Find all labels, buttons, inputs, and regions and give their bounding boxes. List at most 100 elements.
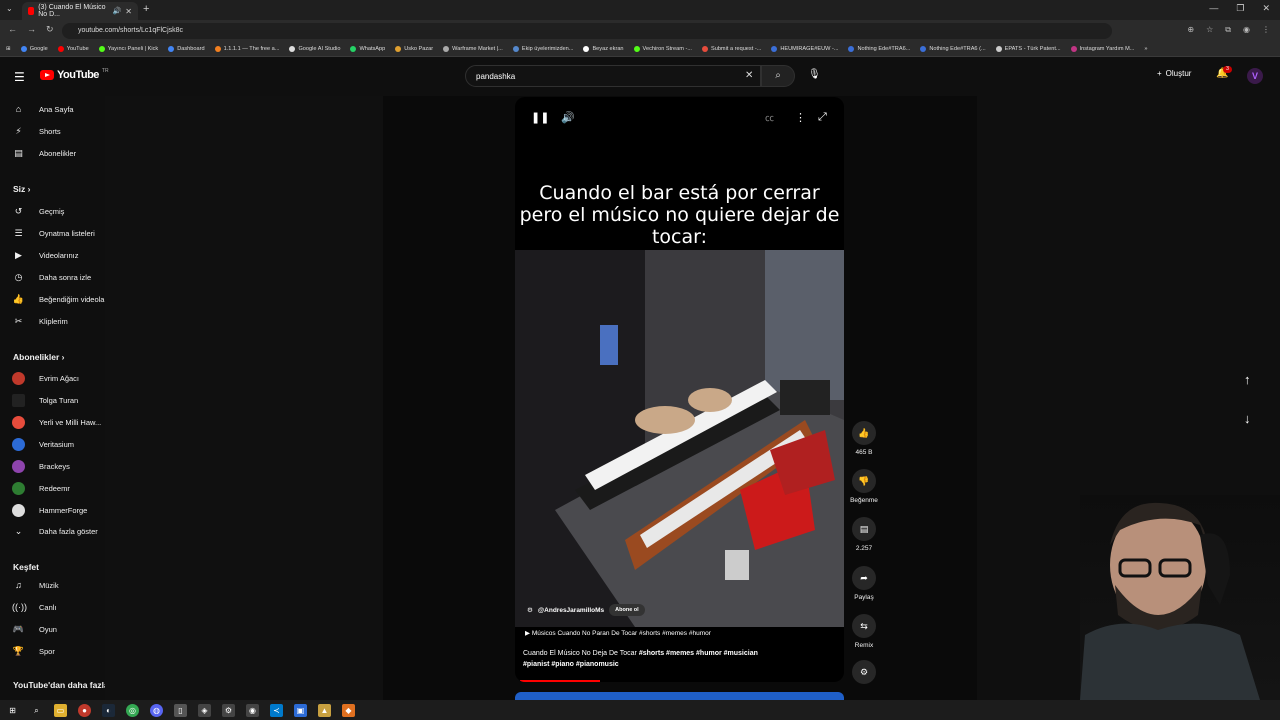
bookmark[interactable]: Google AI Studio [289, 46, 340, 52]
search-input[interactable]: pandashka [465, 65, 761, 87]
search-icon[interactable]: ⌕ [30, 704, 43, 717]
sidebar-item-home[interactable]: ⌂ Ana Sayfa [12, 104, 74, 114]
sidebar-channel[interactable]: Yerli ve Milli Haw... [12, 416, 101, 429]
sidebar-item-live[interactable]: ((·)) Canlı [12, 602, 57, 612]
show-more-button[interactable]: ⌄ Daha fazla göster [12, 526, 98, 537]
extensions-icon[interactable]: ⧉ [1225, 25, 1231, 35]
bookmark[interactable]: Dashboard [168, 46, 205, 52]
bookmark[interactable]: YouTube [57, 46, 89, 52]
sidebar-item-playlists[interactable]: ☰ Oynatma listeleri [12, 228, 94, 239]
windows-start-icon[interactable]: ⊞ [6, 704, 19, 717]
sidebar-item-music[interactable]: ♫ Müzik [12, 580, 58, 590]
apps-icon[interactable]: ⊞ [6, 46, 11, 52]
sidebar-item-subscriptions[interactable]: ▤ Abonelikler [12, 148, 76, 159]
bookmark[interactable]: Warframe Market |... [443, 46, 503, 52]
bookmark[interactable]: 1.1.1.1 — The free a... [214, 46, 279, 52]
like-button[interactable]: 👍 465 B [846, 421, 882, 456]
video-hashtags[interactable]: #pianist #piano #pianomusic [523, 661, 619, 668]
discord-icon[interactable]: ◍ [150, 703, 163, 717]
section-you-header[interactable]: Siz › [13, 184, 31, 194]
app-icon[interactable]: ▣ [294, 703, 307, 717]
pause-icon[interactable]: ❚❚ [531, 111, 549, 124]
app-icon[interactable]: ▲ [318, 703, 331, 717]
browser-tab[interactable]: (3) Cuando El Músico No D... 🔊 ✕ [22, 2, 138, 20]
sidebar-channel[interactable]: Evrim Ağacı [12, 372, 79, 385]
bookmark[interactable]: Beyaz ekran [583, 46, 624, 52]
sidebar-item-shorts[interactable]: ⚡ Shorts [12, 126, 60, 137]
sidebar-channel[interactable]: Veritasium [12, 438, 74, 451]
reload-icon[interactable]: ↻ [46, 24, 54, 35]
bookmark[interactable]: EPATS - Türk Patent... [995, 46, 1061, 52]
fullscreen-icon[interactable]: ⤢ [818, 111, 827, 124]
close-window-icon[interactable]: ✕ [1262, 3, 1270, 14]
tab-search-icon[interactable]: ⌄ [6, 4, 13, 13]
steam-icon[interactable]: ◐ [102, 703, 115, 717]
bookmark[interactable]: Nothing Ede#TRA6 (... [920, 46, 986, 52]
sidebar-item-clips[interactable]: ✂ Kliplerim [12, 316, 68, 327]
remix-button[interactable]: ⇆ Remix [846, 614, 882, 649]
chrome-icon[interactable]: ◎ [126, 703, 139, 717]
profile-icon[interactable]: ◉ [1243, 25, 1250, 35]
search-button[interactable]: ⌕ [761, 65, 795, 87]
sidebar-item-history[interactable]: ↺ Geçmiş [12, 206, 65, 217]
sound-button[interactable]: ⚙ [846, 660, 882, 684]
sidebar-channel[interactable]: Brackeys [12, 460, 70, 473]
file-explorer-icon[interactable]: ▭ [54, 703, 67, 717]
menu-hamburger-icon[interactable]: ☰ [14, 70, 25, 84]
sidebar-item-liked-videos[interactable]: 👍 Beğendiğim videolar [12, 294, 107, 305]
video-hashtags[interactable]: #shorts #memes #humor #musician [639, 650, 758, 657]
bookmark[interactable]: Vechiron Stream -... [633, 46, 692, 52]
youtube-logo[interactable]: YouTube TR [40, 68, 109, 81]
comments-button[interactable]: ▤ 2.257 [846, 517, 882, 552]
dislike-button[interactable]: 👎 Beğenme [846, 469, 882, 504]
restore-icon[interactable]: ❐ [1236, 3, 1244, 14]
bookmark[interactable]: Submit a request -... [701, 46, 761, 52]
tab-close-icon[interactable]: ✕ [125, 7, 132, 16]
sidebar-item-sports[interactable]: 🏆 Spor [12, 646, 55, 657]
sidebar-channel[interactable]: Tolga Turan [12, 394, 78, 407]
bookmark[interactable]: Ekip üyelerimizden... [512, 46, 573, 52]
sidebar-item-watch-later[interactable]: ◷ Daha sonra izle [12, 272, 92, 283]
forward-icon[interactable]: → [27, 24, 36, 35]
zoom-icon[interactable]: ⊕ [1187, 25, 1194, 35]
sidebar-channel[interactable]: HammerForge [12, 504, 87, 517]
bookmark[interactable]: Instagram Yardım M... [1070, 46, 1134, 52]
bookmark[interactable]: Nothing Ede#TRA6... [848, 46, 910, 52]
sidebar-item-gaming[interactable]: 🎮 Oyun [12, 624, 57, 635]
channel-avatar-icon[interactable]: ⚙ [527, 606, 533, 614]
subscribe-button[interactable]: Abone ol [609, 604, 645, 616]
volume-icon[interactable]: 🔊 [561, 111, 575, 124]
bookmark[interactable]: Yayıncı Paneli | Kick [98, 46, 158, 52]
shorts-player[interactable]: ❚❚ 🔊 ㏄ ⋮ ⤢ Cuando el bar está por cerrar… [515, 97, 844, 682]
app-icon[interactable]: ◈ [198, 703, 211, 717]
sidebar-channel[interactable]: Redeemr [12, 482, 70, 495]
audio-icon[interactable]: 🔊 [113, 7, 122, 15]
settings-icon[interactable]: ⚙ [222, 703, 235, 717]
bookmarks-overflow-icon[interactable]: » [1144, 46, 1147, 52]
channel-handle[interactable]: @AndresJaramilloMs [538, 607, 604, 614]
sidebar-item-your-videos[interactable]: ▶ Videolarınız [12, 250, 78, 261]
vscode-icon[interactable]: ≺ [270, 703, 283, 717]
minimize-icon[interactable]: — [1209, 3, 1218, 14]
music-track[interactable]: ▶ Músicos Cuando No Paran De Tocar #shor… [525, 629, 711, 637]
app-icon[interactable]: ● [78, 703, 91, 717]
bookmark[interactable]: Google [20, 46, 48, 52]
app-icon[interactable]: ◆ [342, 703, 355, 717]
section-subscriptions-header[interactable]: Abonelikler › [13, 352, 65, 362]
share-button[interactable]: ➦ Paylaş [846, 566, 882, 601]
more-options-icon[interactable]: ⋮ [795, 111, 806, 124]
video-progress-bar[interactable] [520, 680, 600, 682]
bookmark[interactable]: WhatsApp [350, 46, 385, 52]
next-short-arrow-icon[interactable]: ↓ [1244, 411, 1251, 426]
url-field[interactable]: youtube.com/shorts/Lc1qFlCjsk8c [62, 23, 1112, 39]
next-short-preview[interactable] [515, 692, 844, 700]
bookmark-star-icon[interactable]: ☆ [1206, 25, 1213, 35]
app-icon[interactable]: ◉ [246, 703, 259, 717]
new-tab-button[interactable]: + [143, 3, 149, 15]
menu-kebab-icon[interactable]: ⋮ [1262, 25, 1270, 35]
clear-search-icon[interactable]: ✕ [745, 70, 753, 81]
captions-icon[interactable]: ㏄ [765, 111, 774, 124]
voice-search-mic-icon[interactable]: 🎙 [808, 69, 821, 80]
create-button[interactable]: + Oluştur [1157, 69, 1191, 78]
notepad-icon[interactable]: ▯ [174, 703, 187, 717]
